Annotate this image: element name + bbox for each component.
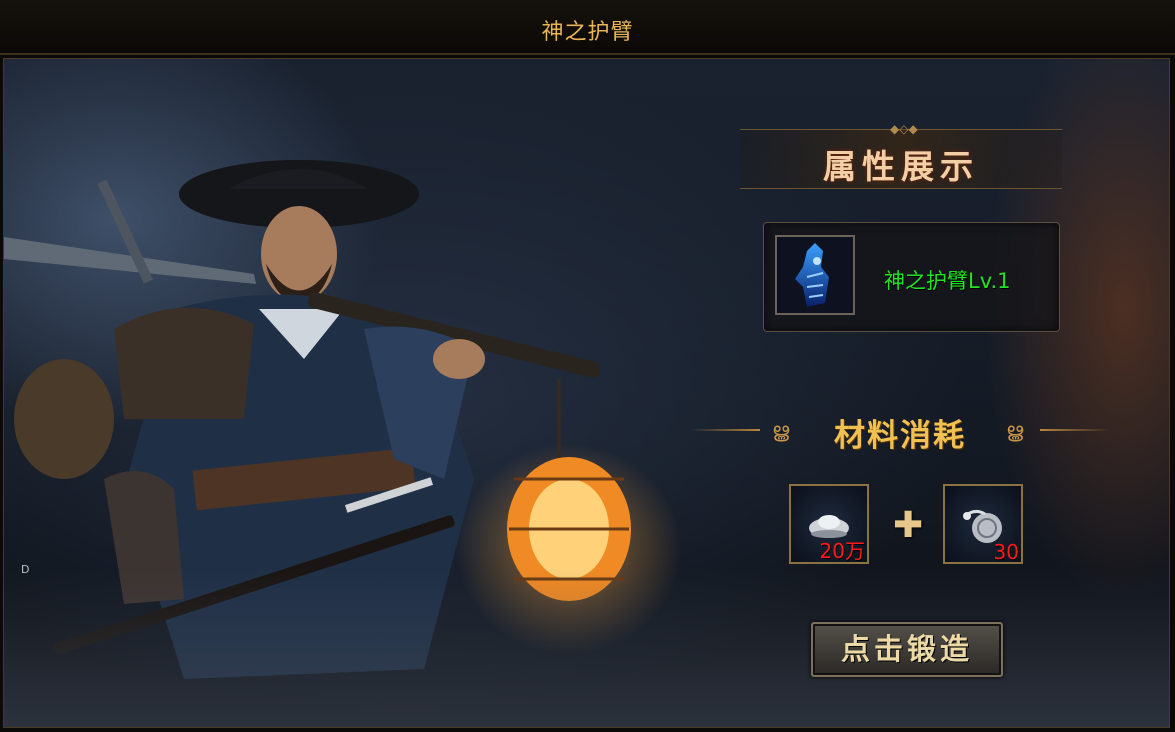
- divider-line: [1040, 429, 1110, 431]
- material-slot-silver-pouch[interactable]: 30: [943, 484, 1023, 564]
- ornament-icon: ◆◇◆: [890, 122, 918, 136]
- item-name: 神之护臂Lv.1: [884, 269, 1011, 293]
- window-title-bar: 神之护臂: [0, 0, 1175, 55]
- material-count: 30: [993, 540, 1019, 564]
- attribute-header: ◆◇◆ 属性展示: [740, 122, 1062, 189]
- side-marker: D: [21, 563, 30, 576]
- forge-button[interactable]: 点击锻造: [811, 622, 1003, 677]
- plus-icon: ✚: [893, 505, 924, 546]
- materials-header: ൠ 材料消耗 ൠ: [690, 410, 1110, 454]
- blue-gauntlet-icon: [795, 243, 829, 307]
- material-slot-silver-ingot[interactable]: 20万: [789, 484, 869, 564]
- swirl-icon: ൠ: [1006, 418, 1024, 442]
- item-slot[interactable]: [775, 235, 855, 315]
- window-title: 神之护臂: [541, 20, 634, 45]
- material-count: 20万: [819, 539, 865, 563]
- materials-header-label: 材料消耗: [834, 418, 966, 454]
- item-display: 神之护臂Lv.1: [763, 222, 1060, 332]
- attribute-header-label: 属性展示: [823, 147, 979, 186]
